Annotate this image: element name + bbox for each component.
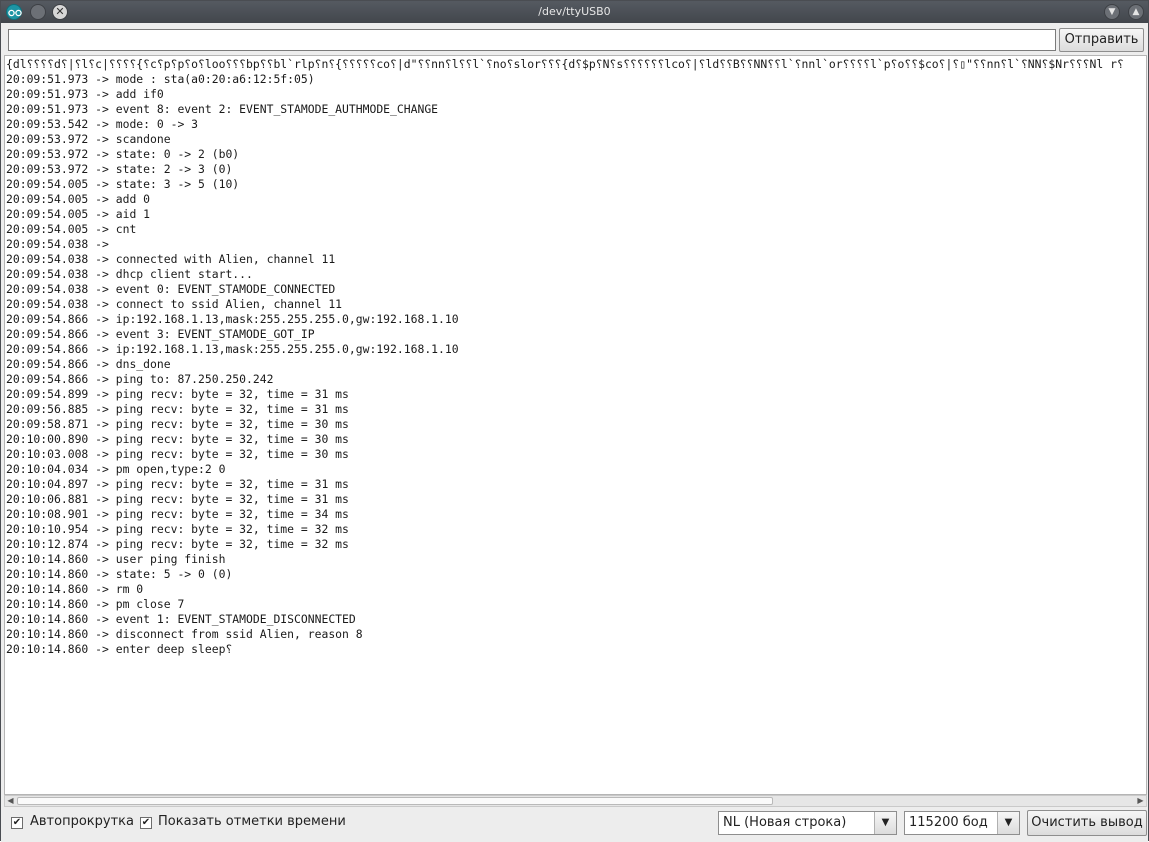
serial-monitor-window: ✕ /dev/ttyUSB0 ▼ ▲ Отправить {dl⸮⸮⸮⸮d⸮|⸮… [0, 0, 1149, 842]
line-ending-select[interactable]: NL (Новая строка) ▼ [718, 811, 897, 835]
log-line: 20:09:51.973 -> add if0 [6, 87, 164, 101]
log-line: 20:10:04.897 -> ping recv: byte = 32, ti… [6, 477, 349, 491]
log-line: 20:09:54.866 -> event 3: EVENT_STAMODE_G… [6, 327, 315, 341]
log-line: 20:10:14.860 -> enter deep sleep⸮ [6, 642, 233, 656]
log-line: 20:10:10.954 -> ping recv: byte = 32, ti… [6, 522, 349, 536]
chevron-up-icon[interactable]: ▲ [1128, 4, 1144, 20]
log-line: 20:10:04.034 -> pm open,type:2 0 [6, 462, 226, 476]
log-line: 20:10:08.901 -> ping recv: byte = 32, ti… [6, 507, 349, 521]
log-line: 20:10:06.881 -> ping recv: byte = 32, ti… [6, 492, 349, 506]
log-line: 20:10:12.874 -> ping recv: byte = 32, ti… [6, 537, 349, 551]
log-line: 20:09:51.973 -> event 8: event 2: EVENT_… [6, 102, 439, 116]
log-line: 20:09:54.005 -> add 0 [6, 192, 151, 206]
log-line: 20:10:03.008 -> ping recv: byte = 32, ti… [6, 447, 349, 461]
send-button[interactable]: Отправить [1059, 28, 1144, 52]
log-line: 20:10:14.860 -> rm 0 [6, 582, 144, 596]
log-line: 20:10:14.860 -> event 1: EVENT_STAMODE_D… [6, 612, 356, 626]
serial-output[interactable]: {dl⸮⸮⸮⸮d⸮|⸮l⸮c|⸮⸮⸮⸮{⸮c⸮p⸮p⸮o⸮loo⸮⸮⸮bp⸮⸮b… [4, 55, 1147, 795]
log-line: 20:10:14.860 -> user ping finish [6, 552, 226, 566]
log-line: 20:09:53.972 -> scandone [6, 132, 171, 146]
log-line: 20:09:54.899 -> ping recv: byte = 32, ti… [6, 387, 349, 401]
log-line: 20:09:54.038 -> connected with Alien, ch… [6, 252, 336, 266]
log-line: 20:09:54.866 -> ip:192.168.1.13,mask:255… [6, 342, 459, 356]
log-line: 20:09:53.972 -> state: 0 -> 2 (b0) [6, 147, 240, 161]
baud-value: 115200 бод [909, 815, 988, 830]
log-line: 20:09:54.038 -> connect to ssid Alien, c… [6, 297, 343, 311]
log-line: 20:09:54.866 -> ip:192.168.1.13,mask:255… [6, 312, 459, 326]
chevron-down-icon[interactable]: ▼ [1104, 4, 1120, 20]
log-line: 20:09:58.871 -> ping recv: byte = 32, ti… [6, 417, 349, 431]
log-line: 20:09:54.005 -> aid 1 [6, 207, 151, 221]
timestamps-checkbox[interactable]: ✔ [140, 817, 152, 829]
log-text: {dl⸮⸮⸮⸮d⸮|⸮l⸮c|⸮⸮⸮⸮{⸮c⸮p⸮p⸮o⸮loo⸮⸮⸮bp⸮⸮b… [6, 57, 1146, 657]
chevron-down-icon[interactable]: ▼ [997, 812, 1019, 834]
clear-output-button[interactable]: Очистить вывод [1027, 810, 1147, 836]
log-line: 20:09:54.866 -> ping to: 87.250.250.242 [6, 372, 274, 386]
log-line: 20:09:54.866 -> dns_done [6, 357, 171, 371]
log-line: 20:10:14.860 -> disconnect from ssid Ali… [6, 627, 363, 641]
timestamps-label: Показать отметки времени [158, 814, 346, 829]
log-line: 20:09:54.005 -> cnt [6, 222, 137, 236]
log-line: 20:09:51.973 -> mode : sta(a0:20:a6:12:5… [6, 72, 315, 86]
bottom-bar: ✔ Автопрокрутка ✔ Показать отметки време… [1, 809, 1148, 842]
chevron-down-icon[interactable]: ▼ [874, 812, 896, 834]
line-ending-value: NL (Новая строка) [723, 815, 847, 830]
window-title: /dev/ttyUSB0 [538, 5, 611, 18]
horizontal-scrollbar[interactable]: ◀ ▶ [4, 795, 1147, 807]
autoscroll-label: Автопрокрутка [30, 814, 134, 829]
scrollbar-thumb[interactable] [17, 797, 773, 805]
log-line: {dl⸮⸮⸮⸮d⸮|⸮l⸮c|⸮⸮⸮⸮{⸮c⸮p⸮p⸮o⸮loo⸮⸮⸮bp⸮⸮b… [6, 57, 1124, 71]
title-bar[interactable]: ✕ /dev/ttyUSB0 ▼ ▲ [1, 1, 1148, 23]
log-line: 20:09:53.542 -> mode: 0 -> 3 [6, 117, 199, 131]
log-line: 20:09:54.005 -> state: 3 -> 5 (10) [6, 177, 240, 191]
scroll-left-icon[interactable]: ◀ [5, 796, 16, 806]
send-row: Отправить [1, 23, 1148, 55]
autoscroll-checkbox[interactable]: ✔ [11, 817, 23, 829]
send-input[interactable] [8, 29, 1056, 51]
log-line: 20:10:14.860 -> state: 5 -> 0 (0) [6, 567, 233, 581]
log-line: 20:09:53.972 -> state: 2 -> 3 (0) [6, 162, 233, 176]
log-line: 20:10:14.860 -> pm close 7 [6, 597, 185, 611]
scroll-right-icon[interactable]: ▶ [1135, 796, 1146, 806]
log-line: 20:09:56.885 -> ping recv: byte = 32, ti… [6, 402, 349, 416]
log-line: 20:10:00.890 -> ping recv: byte = 32, ti… [6, 432, 349, 446]
log-line: 20:09:54.038 -> event 0: EVENT_STAMODE_C… [6, 282, 336, 296]
log-line: 20:09:54.038 -> dhcp client start... [6, 267, 253, 281]
baud-select[interactable]: 115200 бод ▼ [904, 811, 1020, 835]
log-line: 20:09:54.038 -> [6, 237, 116, 251]
